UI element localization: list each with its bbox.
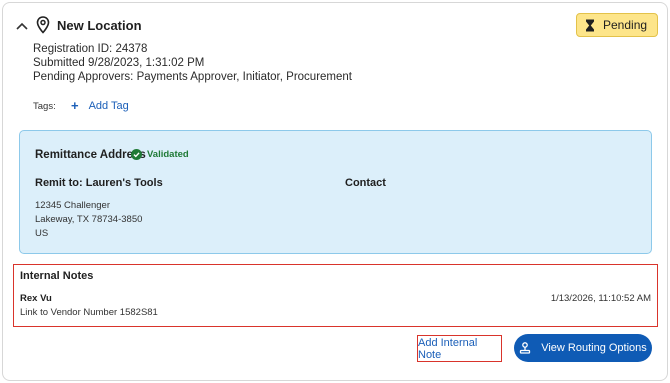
internal-notes-section: Internal Notes Rex Vu 1/13/2026, 11:10:5… xyxy=(13,264,658,327)
address-line: 12345 Challenger xyxy=(35,200,111,211)
remittance-title: Remittance Address xyxy=(35,149,146,161)
status-label: Pending xyxy=(603,18,648,32)
hourglass-icon xyxy=(586,19,594,31)
view-routing-options-label: View Routing Options xyxy=(541,342,647,354)
add-tag-label: Add Tag xyxy=(88,99,129,112)
note-author: Rex Vu xyxy=(20,293,52,304)
map-pin-icon xyxy=(36,16,50,34)
card-header: New Location Pending xyxy=(3,3,667,47)
validated-label: Validated xyxy=(147,149,189,160)
internal-notes-title: Internal Notes xyxy=(20,270,94,282)
registration-card: New Location Pending Registration ID: 24… xyxy=(2,2,668,381)
view-routing-options-button[interactable]: View Routing Options xyxy=(514,334,652,362)
note-text: Link to Vendor Number 1582S81 xyxy=(20,307,158,318)
remit-to-name: Remit to: Lauren's Tools xyxy=(35,177,163,189)
chevron-up-icon[interactable] xyxy=(15,19,29,31)
add-tag-button[interactable]: + Add Tag xyxy=(71,98,129,113)
tags-label: Tags: xyxy=(33,101,56,112)
address-line: US xyxy=(35,228,49,239)
note-date: 1/13/2026, 11:10:52 AM xyxy=(550,293,651,304)
registration-id: Registration ID: 24378 xyxy=(33,43,148,55)
submitted-date: Submitted 9/28/2023, 1:31:02 PM xyxy=(33,57,205,69)
contact-heading: Contact xyxy=(345,177,386,189)
status-badge: Pending xyxy=(576,13,658,37)
routing-icon xyxy=(520,342,531,354)
add-internal-note-button[interactable]: Add Internal Note xyxy=(417,335,502,362)
address-line: Lakeway, TX 78734-3850 xyxy=(35,214,143,225)
plus-icon: + xyxy=(71,98,79,113)
remittance-address-panel: Remittance Address Validated Remit to: L… xyxy=(19,130,652,254)
pending-approvers: Pending Approvers: Payments Approver, In… xyxy=(33,71,352,83)
page-title: New Location xyxy=(57,18,142,33)
validated-badge: Validated xyxy=(131,149,189,160)
check-circle-icon xyxy=(131,149,142,160)
